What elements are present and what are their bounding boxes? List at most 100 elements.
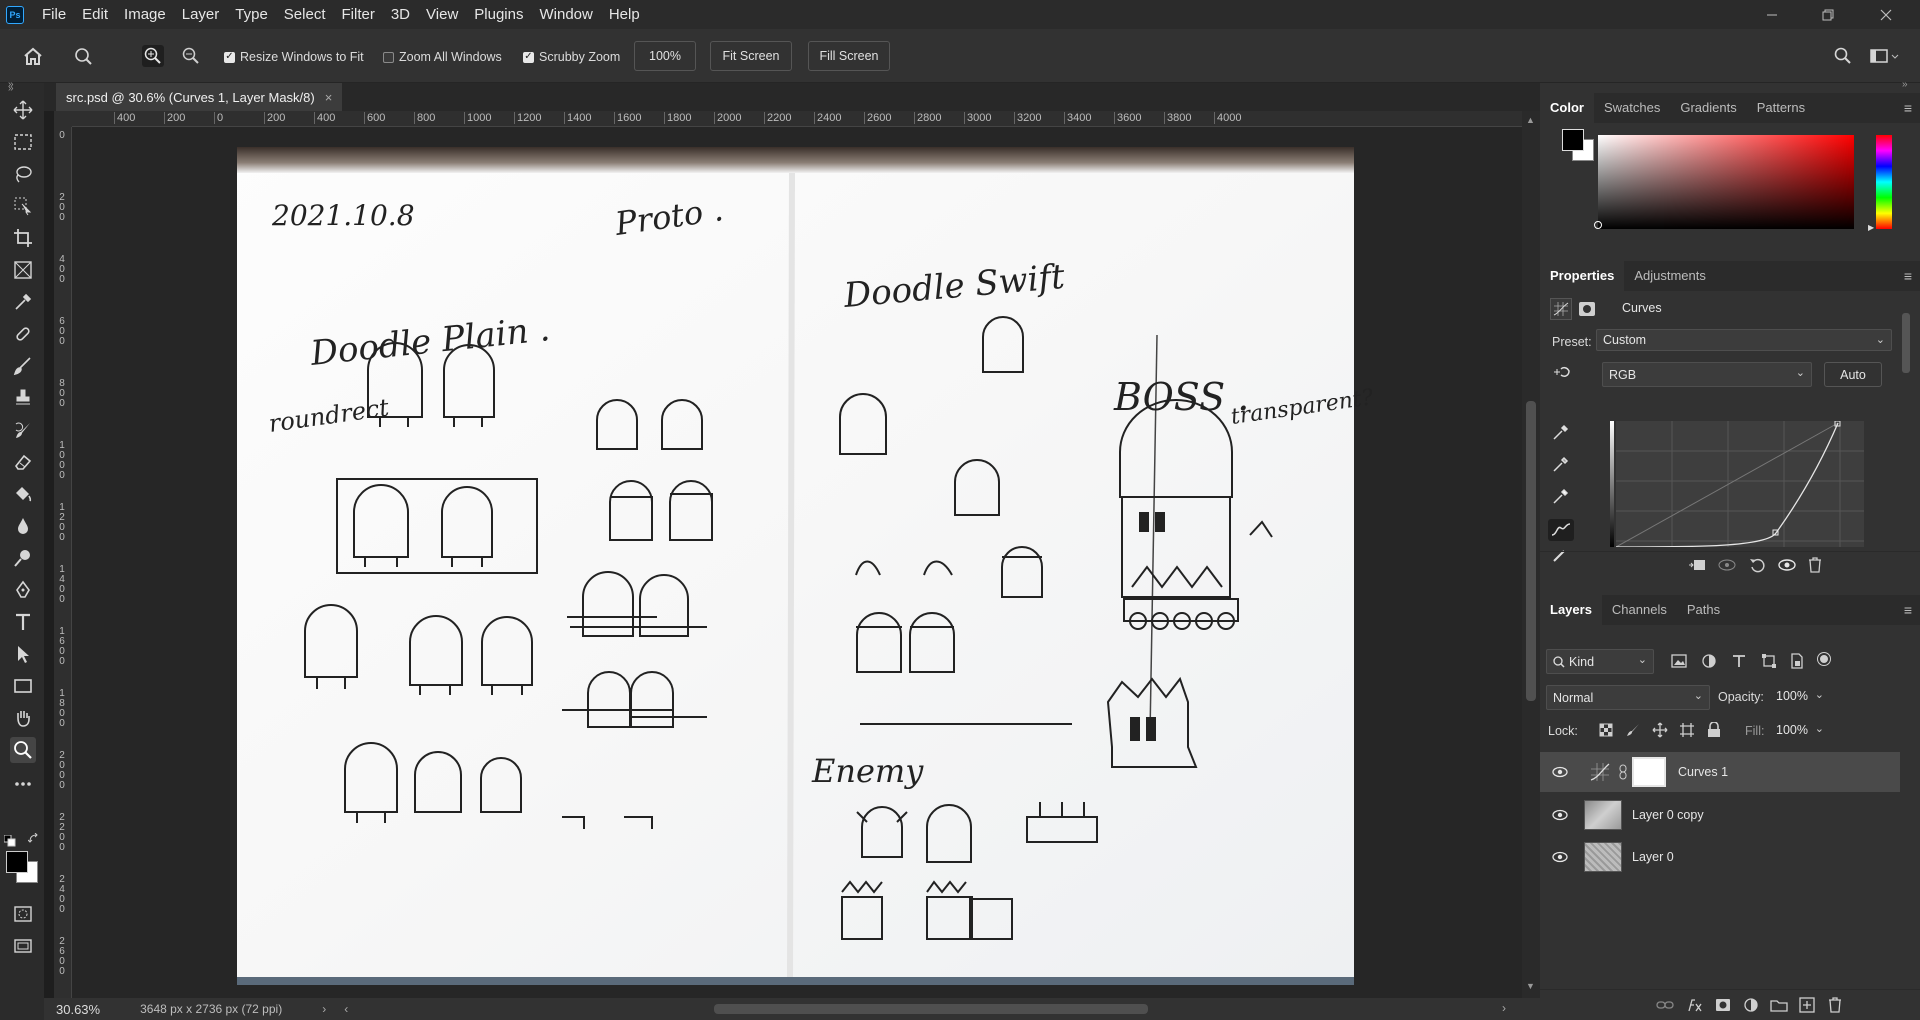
color-field[interactable] <box>1594 135 1854 229</box>
rectangle-tool[interactable] <box>10 673 36 699</box>
lock-image-pixels-button[interactable] <box>1622 719 1644 741</box>
document-canvas[interactable]: 2021.10.8 Proto . Doodle Plain . roundre… <box>72 127 1522 998</box>
channel-dropdown[interactable]: RGB ⌄ <box>1602 362 1812 387</box>
curves-adjustment-icon[interactable] <box>1550 298 1572 320</box>
blur-tool[interactable] <box>10 513 36 539</box>
lock-artboard-button[interactable] <box>1676 719 1698 741</box>
menu-view[interactable]: View <box>418 0 466 29</box>
dodge-tool[interactable] <box>10 545 36 571</box>
filter-smart-object-button[interactable] <box>1786 650 1808 672</box>
white-point-eyedropper[interactable] <box>1550 485 1572 507</box>
eyedropper-tool[interactable] <box>10 289 36 315</box>
layer-visibility-toggle[interactable] <box>1550 766 1570 778</box>
layer-row-layer0-copy[interactable]: Layer 0 copy <box>1540 795 1900 835</box>
link-layers-button[interactable] <box>1654 994 1676 1016</box>
menu-image[interactable]: Image <box>116 0 174 29</box>
zoom-in-button[interactable] <box>142 45 164 67</box>
scroll-up-icon[interactable]: ▲ <box>1526 115 1535 125</box>
tab-properties[interactable]: Properties <box>1540 261 1625 291</box>
menu-3d[interactable]: 3D <box>383 0 418 29</box>
clip-to-layer-button[interactable] <box>1686 554 1708 576</box>
brush-tool[interactable] <box>10 353 36 379</box>
resize-windows-checkbox[interactable]: ✓ Resize Windows to Fit <box>224 49 364 65</box>
search-button[interactable] <box>1832 45 1854 67</box>
canvas-vertical-scrollbar[interactable]: ▲ ▼ <box>1522 111 1540 998</box>
black-point-eyedropper[interactable] <box>1550 421 1572 443</box>
properties-scroll-thumb[interactable] <box>1902 313 1910 373</box>
color-panel-menu-icon[interactable]: ≡ <box>1904 100 1912 116</box>
menu-type[interactable]: Type <box>227 0 276 29</box>
status-arrow-icon[interactable]: › <box>322 1002 326 1016</box>
fill-field[interactable]: 100% ⌄ <box>1770 719 1830 741</box>
fill-screen-button[interactable]: Fill Screen <box>808 41 890 71</box>
hue-slider[interactable] <box>1876 135 1892 229</box>
zoom-tool[interactable] <box>10 737 36 763</box>
menu-edit[interactable]: Edit <box>74 0 116 29</box>
zoom-percent-field[interactable]: 100% <box>634 41 696 71</box>
default-colors-icon[interactable] <box>4 835 16 847</box>
healing-brush-tool[interactable] <box>10 321 36 347</box>
menu-select[interactable]: Select <box>276 0 334 29</box>
layer-name[interactable]: Curves 1 <box>1678 765 1728 779</box>
filter-kind-dropdown[interactable]: Kind ⌄ <box>1546 649 1654 674</box>
menu-filter[interactable]: Filter <box>334 0 383 29</box>
object-selection-tool[interactable] <box>10 193 36 219</box>
layer-visibility-toggle[interactable] <box>1550 851 1570 863</box>
ruler-origin[interactable] <box>54 111 72 127</box>
tab-layers[interactable]: Layers <box>1540 595 1602 625</box>
type-tool[interactable] <box>10 609 36 635</box>
minimize-button[interactable] <box>1748 0 1796 29</box>
tab-color[interactable]: Color <box>1540 93 1594 123</box>
history-brush-tool[interactable] <box>10 417 36 443</box>
eraser-tool[interactable] <box>10 449 36 475</box>
layer-mask-thumbnail[interactable] <box>1632 757 1666 787</box>
zoom-all-windows-checkbox[interactable]: Zoom All Windows <box>383 49 502 65</box>
tab-paths[interactable]: Paths <box>1677 595 1730 625</box>
frame-tool[interactable] <box>10 257 36 283</box>
hscroll-left-icon[interactable]: ‹ <box>344 1002 348 1016</box>
new-layer-button[interactable] <box>1796 994 1818 1016</box>
collapse-icon[interactable]: » <box>8 79 14 90</box>
scroll-down-icon[interactable]: ▼ <box>1526 981 1535 991</box>
filter-adjustment-button[interactable] <box>1698 650 1720 672</box>
marquee-tool[interactable] <box>10 129 36 155</box>
close-tab-icon[interactable]: × <box>325 90 333 105</box>
swap-colors-icon[interactable] <box>28 833 40 845</box>
zoom-tool-preset[interactable] <box>74 45 96 67</box>
clone-stamp-tool[interactable] <box>10 385 36 411</box>
layer-row-curves[interactable]: Curves 1 <box>1540 752 1900 792</box>
blend-mode-dropdown[interactable]: Normal ⌄ <box>1546 685 1710 710</box>
hue-slider-handle-icon[interactable]: ▶ <box>1868 223 1874 232</box>
canvas-area[interactable]: 2021.10.8 Proto . Doodle Plain . roundre… <box>72 127 1522 998</box>
delete-layer-button[interactable] <box>1824 994 1846 1016</box>
menu-plugins[interactable]: Plugins <box>466 0 531 29</box>
document-tab[interactable]: src.psd @ 30.6% (Curves 1, Layer Mask/8)… <box>56 83 343 111</box>
tab-gradients[interactable]: Gradients <box>1670 93 1746 123</box>
scrubby-zoom-checkbox[interactable]: ✓ Scrubby Zoom <box>523 49 620 65</box>
restore-button[interactable] <box>1804 0 1852 29</box>
horizontal-scroll-thumb[interactable] <box>714 1004 1148 1014</box>
vertical-scroll-thumb[interactable] <box>1526 401 1536 701</box>
menu-window[interactable]: Window <box>531 0 600 29</box>
menu-help[interactable]: Help <box>601 0 648 29</box>
auto-button[interactable]: Auto <box>1824 362 1882 387</box>
new-adjustment-layer-button[interactable] <box>1740 994 1762 1016</box>
gray-point-eyedropper[interactable] <box>1550 453 1572 475</box>
quick-mask-button[interactable] <box>10 901 36 927</box>
reset-adjustment-button[interactable] <box>1746 554 1768 576</box>
paint-bucket-tool[interactable] <box>10 481 36 507</box>
filter-pixel-button[interactable] <box>1668 650 1690 672</box>
color-picker-cursor[interactable] <box>1594 221 1602 229</box>
lock-transparent-button[interactable] <box>1595 719 1617 741</box>
new-group-button[interactable] <box>1768 994 1790 1016</box>
lock-position-button[interactable] <box>1649 719 1671 741</box>
home-button[interactable] <box>22 45 44 67</box>
foreground-color-swatch[interactable] <box>6 851 28 873</box>
layers-menu-icon[interactable]: ≡ <box>1904 602 1912 618</box>
opacity-field[interactable]: 100% ⌄ <box>1770 685 1830 707</box>
hand-tool[interactable] <box>10 705 36 731</box>
filter-toggle-icon[interactable] <box>1818 653 1830 665</box>
collapse-dock-icon[interactable]: » <box>1902 79 1908 90</box>
pen-tool[interactable] <box>10 577 36 603</box>
zoom-out-button[interactable] <box>180 45 202 67</box>
